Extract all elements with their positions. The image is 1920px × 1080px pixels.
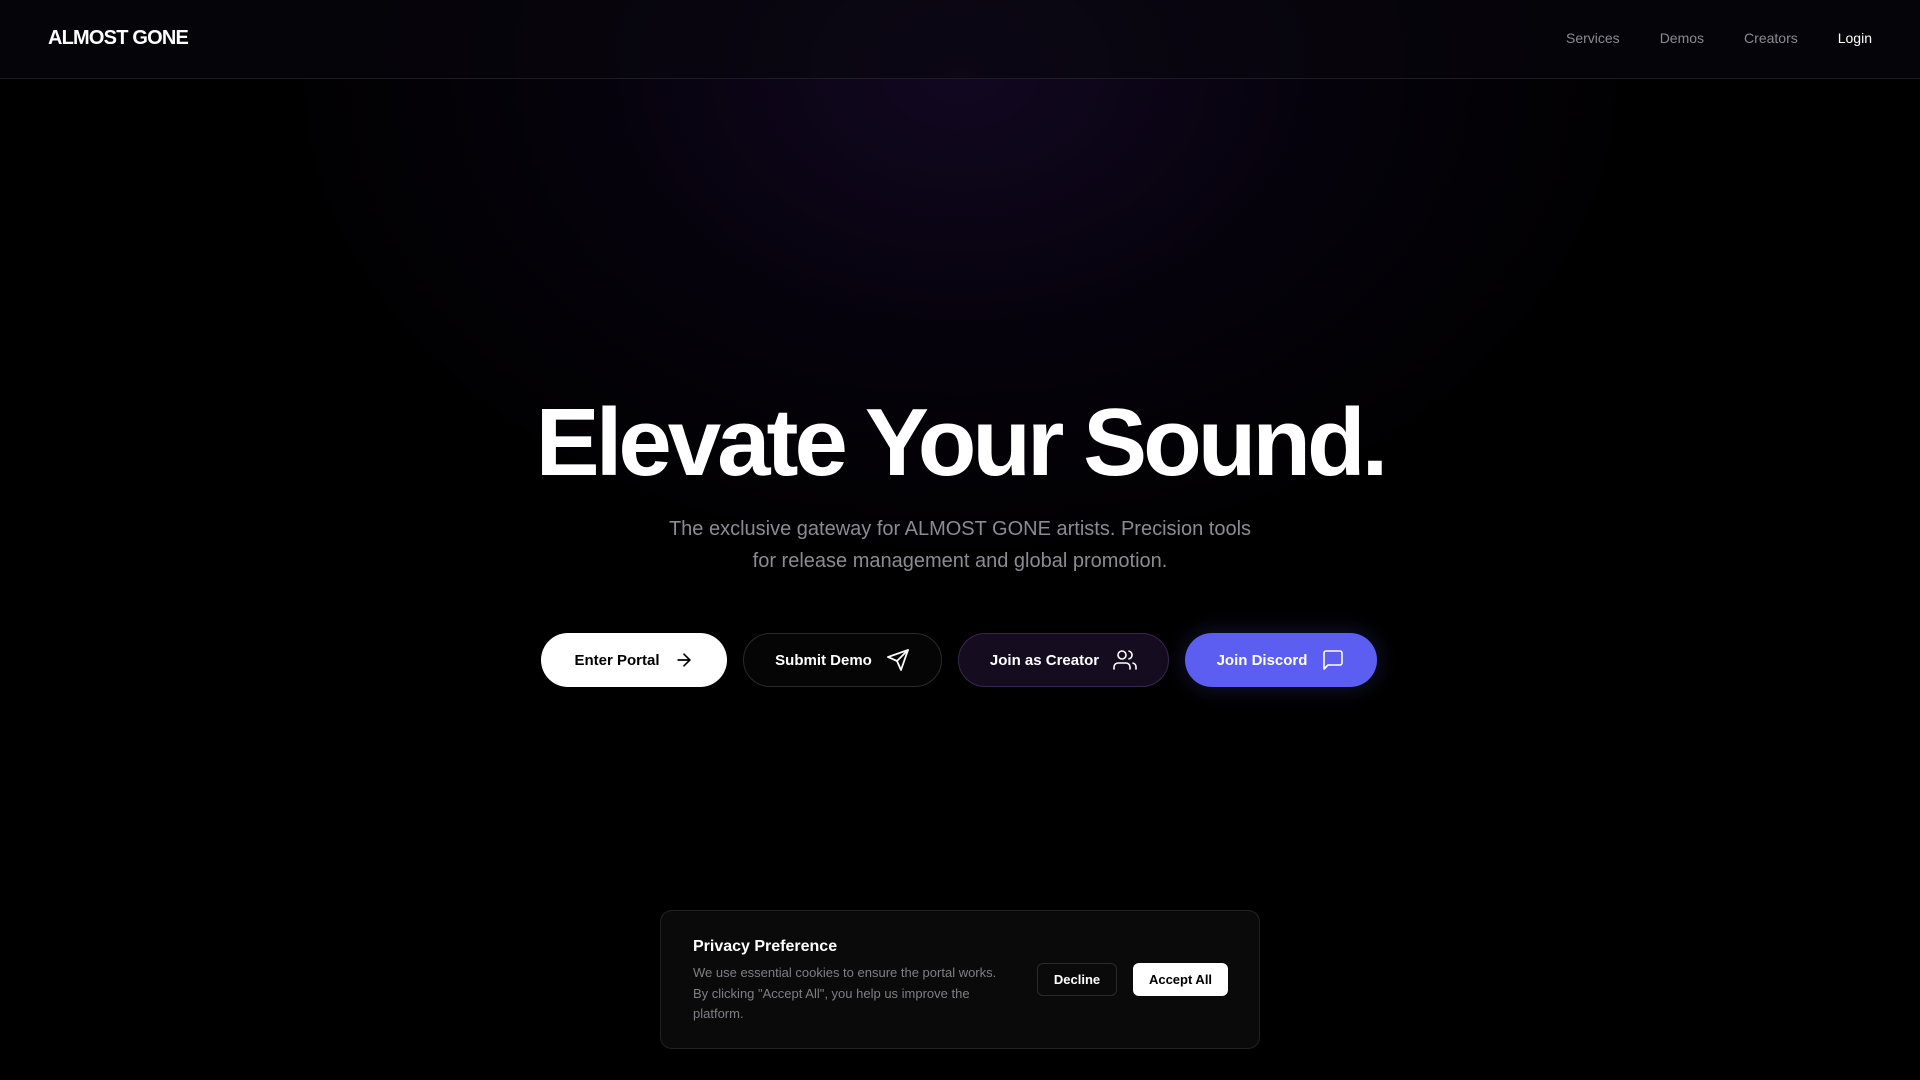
join-creator-button[interactable]: Join as Creator: [958, 633, 1169, 687]
top-navbar: ALMOST GONE Services Demos Creators Logi…: [0, 0, 1920, 79]
enter-portal-label: Enter Portal: [574, 651, 660, 669]
brand-logo[interactable]: ALMOST GONE: [48, 27, 189, 50]
cta-button-row: Enter Portal Submit Demo Join as Creator: [541, 633, 1377, 687]
arrow-right-icon: [674, 650, 694, 670]
landing-page: ALMOST GONE Services Demos Creators Logi…: [0, 0, 1920, 1080]
join-discord-label: Join Discord: [1216, 651, 1308, 669]
main-nav: Services Demos Creators Login: [1566, 30, 1872, 46]
users-icon: [1113, 648, 1137, 672]
hero-subtitle: The exclusive gateway for ALMOST GONE ar…: [668, 518, 1252, 572]
cookie-consent-panel: Privacy Preference We use essential cook…: [660, 910, 1260, 1049]
send-icon: [886, 648, 910, 672]
submit-demo-label: Submit Demo: [775, 651, 872, 669]
cookie-decline-button[interactable]: Decline: [1037, 963, 1117, 996]
submit-demo-button[interactable]: Submit Demo: [743, 633, 942, 687]
nav-demos-link[interactable]: Demos: [1660, 30, 1704, 46]
join-creator-label: Join as Creator: [989, 651, 1100, 669]
join-discord-button[interactable]: Join Discord: [1185, 633, 1377, 687]
nav-creators-link[interactable]: Creators: [1744, 30, 1798, 46]
cookie-description: We use essential cookies to ensure the p…: [693, 965, 997, 1021]
enter-portal-button[interactable]: Enter Portal: [541, 633, 727, 687]
hero-title: Elevate Your Sound.: [535, 389, 1389, 496]
cookie-accept-button[interactable]: Accept All: [1133, 963, 1228, 996]
cookie-title: Privacy Preference: [693, 938, 838, 955]
message-square-icon: [1321, 648, 1345, 672]
nav-login-link[interactable]: Login: [1838, 30, 1872, 46]
nav-services-link[interactable]: Services: [1566, 30, 1620, 46]
